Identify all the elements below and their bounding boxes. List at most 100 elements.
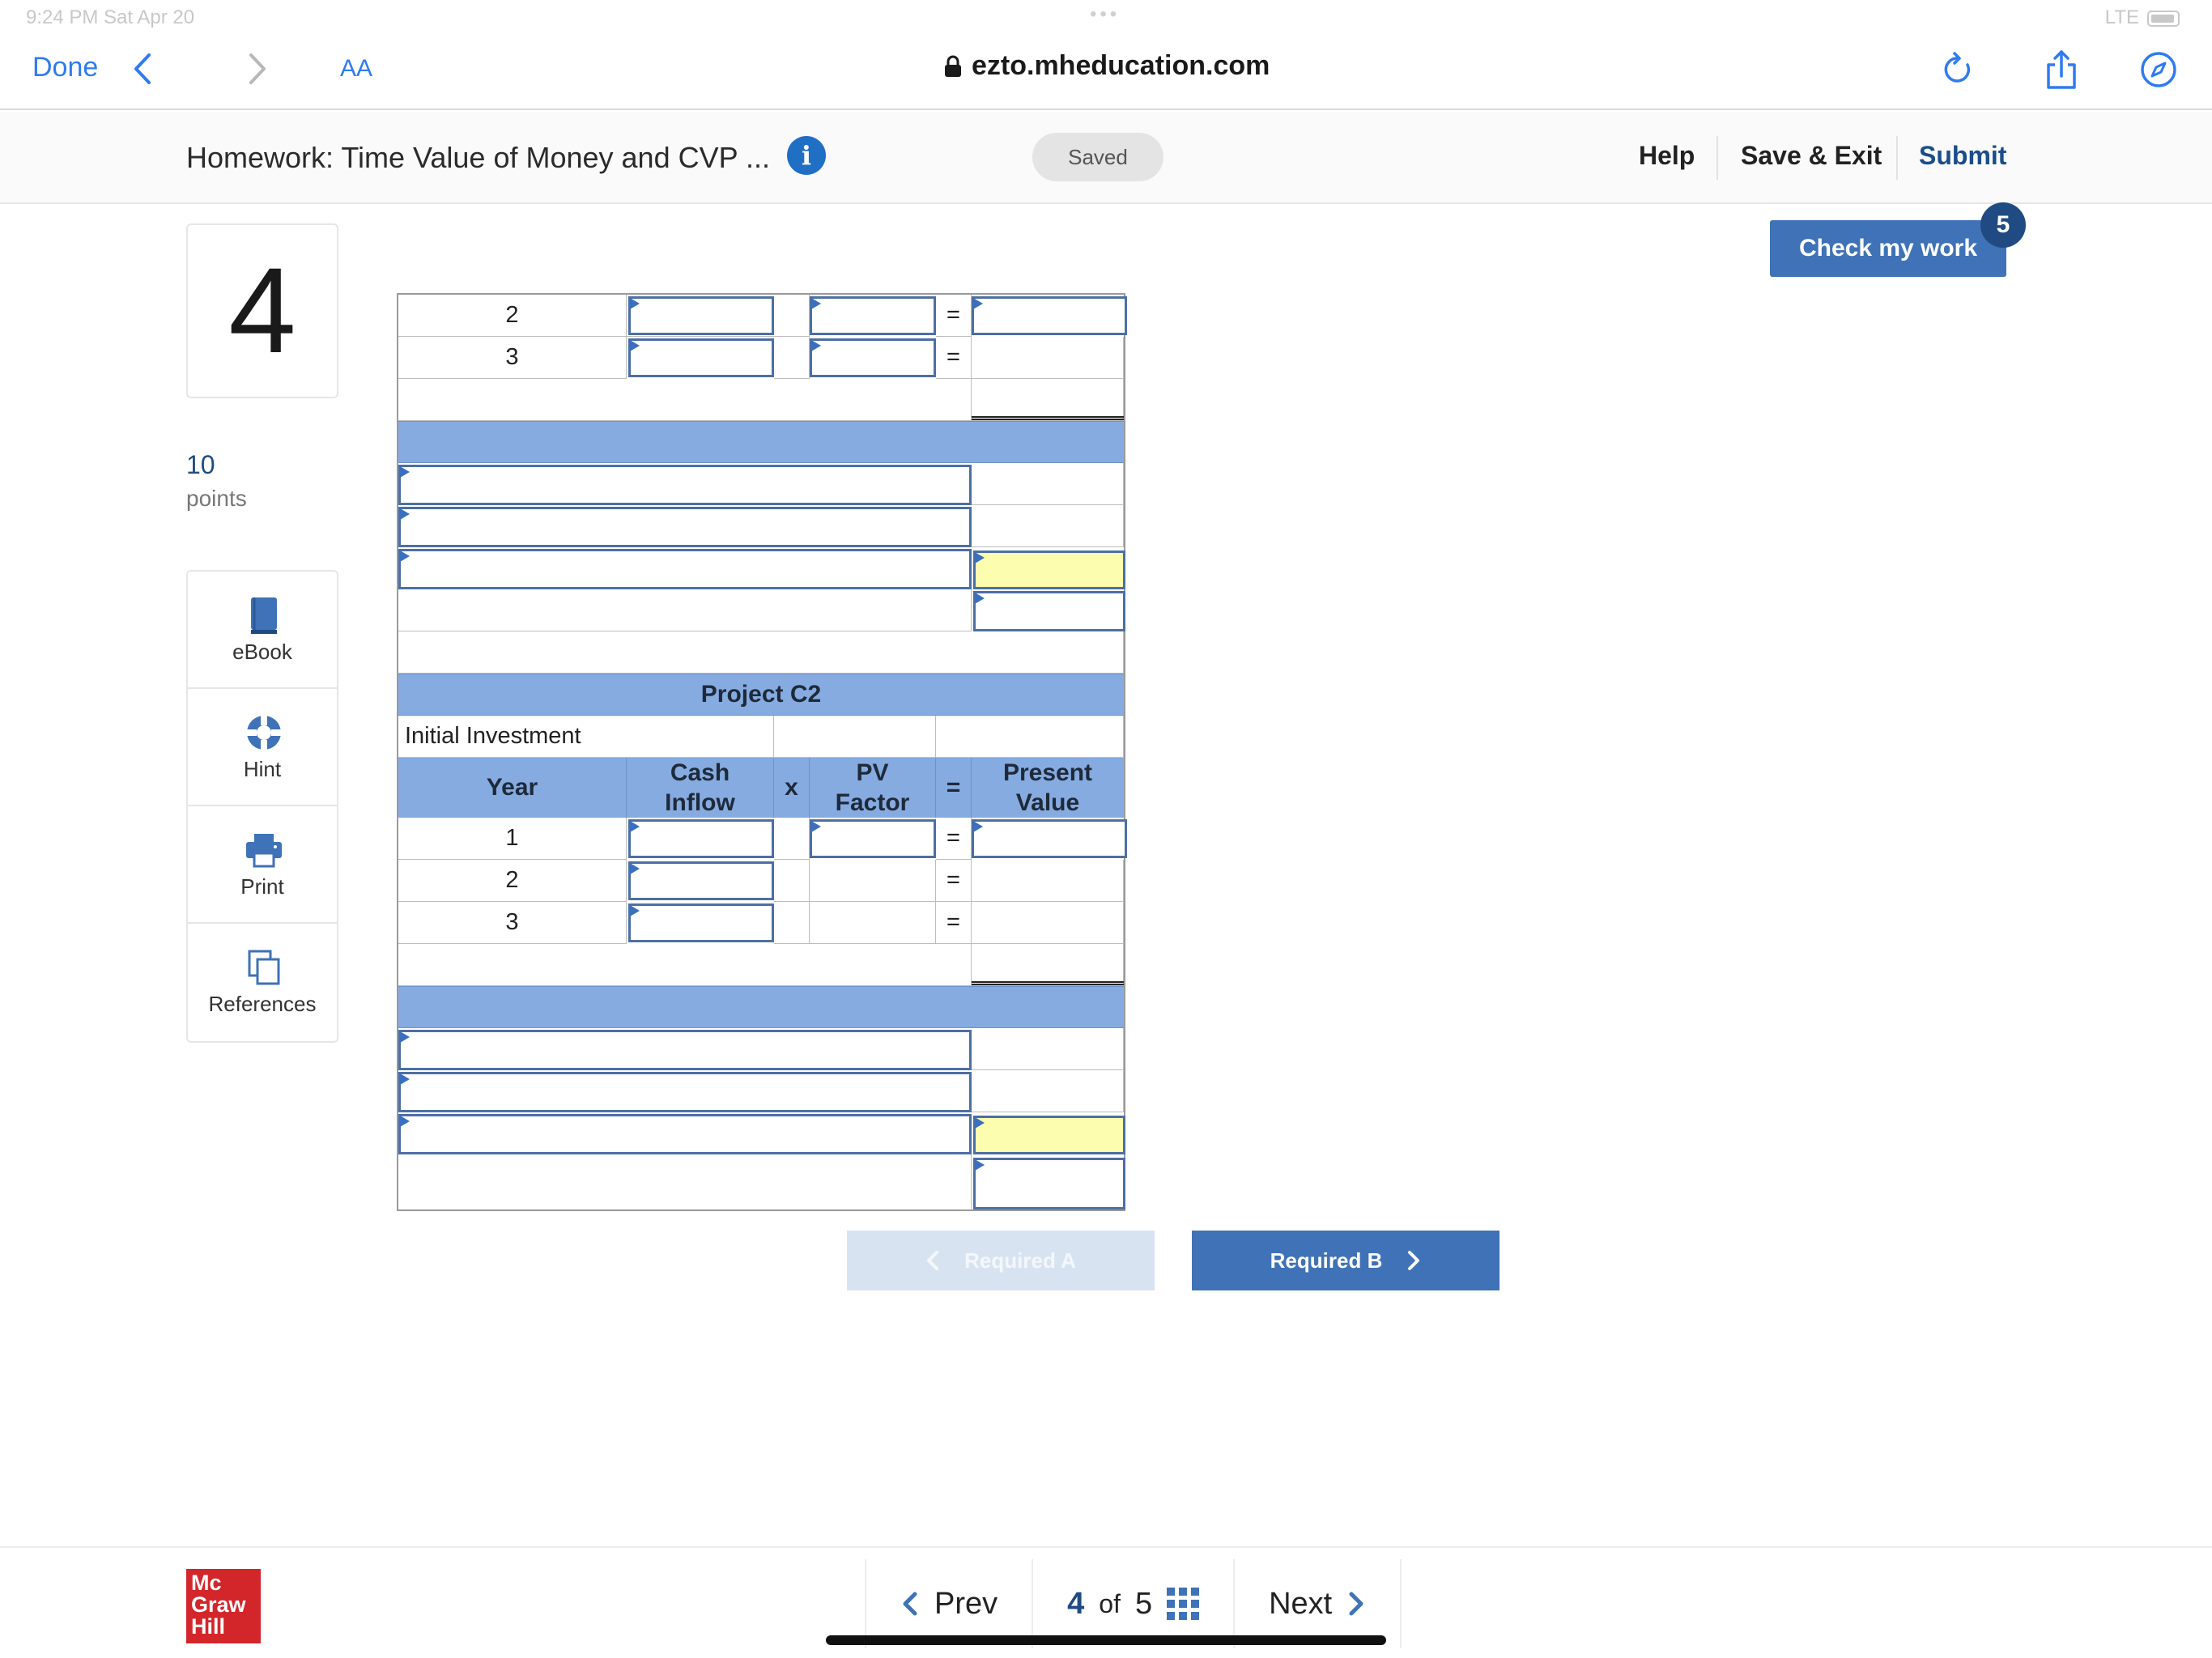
ebook-button[interactable]: eBook [188, 572, 337, 689]
required-a-button[interactable]: Required A [847, 1231, 1155, 1290]
grid-icon [1167, 1588, 1200, 1620]
assignment-title: Homework: Time Value of Money and CVP ..… [186, 141, 770, 174]
pv-factor-input[interactable] [810, 819, 936, 858]
present-value-input[interactable] [972, 819, 1127, 858]
battery-icon [2147, 11, 2180, 27]
browser-toolbar: Done AA ezto.mheducation.com [0, 36, 2212, 110]
assignment-header: Homework: Time Value of Money and CVP ..… [0, 112, 2212, 204]
pv-factor-input[interactable] [810, 338, 936, 377]
cash-inflow-header: Cash Inflow [627, 758, 774, 818]
total-label-cell [398, 944, 972, 986]
attempts-remaining-badge: 5 [1980, 202, 2026, 248]
answer-input[interactable] [973, 1158, 1125, 1209]
status-time: 9:24 PM Sat Apr 20 [26, 6, 195, 28]
equals-sign: = [936, 860, 972, 902]
label-dropdown[interactable] [398, 1030, 972, 1070]
info-icon[interactable]: i [787, 136, 826, 175]
submit-link[interactable]: Submit [1919, 141, 2006, 171]
table-cell [398, 1154, 972, 1209]
cash-inflow-input[interactable] [628, 296, 774, 335]
present-value-input[interactable] [972, 296, 1127, 335]
cash-inflow-input[interactable] [628, 903, 774, 942]
chevron-left-icon [927, 1251, 939, 1270]
equals-sign: = [936, 818, 972, 860]
npv-worksheet: 2 = 3 = Project C2 Initial Investment Ye… [397, 293, 1127, 1211]
references-button[interactable]: References [188, 924, 337, 1041]
label-dropdown[interactable] [398, 1072, 972, 1112]
help-link[interactable]: Help [1639, 141, 1695, 171]
label-dropdown[interactable] [398, 1114, 972, 1154]
table-cell [936, 716, 1124, 758]
of-label: of [1099, 1588, 1121, 1618]
table-cell [774, 295, 810, 337]
print-label: Print [240, 874, 284, 899]
print-button[interactable]: Print [188, 806, 337, 924]
value-cell [972, 1028, 1124, 1070]
prev-label: Prev [934, 1586, 998, 1621]
logo-text: Hill [191, 1614, 226, 1639]
header-divider [1716, 136, 1718, 180]
section-band [398, 986, 1124, 1028]
chevron-right-icon [1408, 1251, 1420, 1270]
reload-icon[interactable] [1935, 47, 1980, 92]
text-size-button[interactable]: AA [340, 55, 372, 83]
compass-icon[interactable] [2136, 47, 2181, 92]
logo-text: Mc [191, 1571, 222, 1595]
signal-indicator: LTE [2104, 6, 2139, 28]
present-value-cell [972, 860, 1124, 902]
points-value: 10 [186, 450, 215, 479]
url-text: ezto.mheducation.com [972, 50, 1270, 81]
lock-icon [945, 55, 961, 77]
back-arrow-icon[interactable] [126, 47, 159, 91]
required-a-label: Required A [964, 1248, 1076, 1273]
present-value-cell [972, 902, 1124, 944]
hint-label: Hint [243, 757, 282, 781]
label-dropdown[interactable] [398, 465, 972, 505]
share-icon[interactable] [2039, 47, 2084, 92]
value-cell [972, 463, 1124, 505]
header-divider [1896, 136, 1898, 180]
table-cell [774, 716, 936, 758]
initial-investment-label: Initial Investment [398, 716, 774, 758]
highlighted-answer-input[interactable] [973, 551, 1125, 589]
cash-inflow-input[interactable] [628, 338, 774, 377]
check-my-work-button[interactable]: Check my work [1770, 220, 2006, 277]
pv-factor-input[interactable] [810, 296, 936, 335]
double-underline [972, 981, 1124, 985]
forward-arrow-icon[interactable] [241, 47, 274, 91]
project-c2-title: Project C2 [398, 674, 1124, 716]
highlighted-answer-input[interactable] [973, 1116, 1125, 1154]
printer-icon [246, 834, 282, 868]
times-header: x [774, 758, 810, 818]
save-exit-link[interactable]: Save & Exit [1741, 141, 1882, 171]
equals-header: = [936, 758, 972, 818]
equals-sign: = [936, 902, 972, 944]
next-label: Next [1269, 1586, 1333, 1621]
table-cell [774, 818, 810, 860]
label-dropdown[interactable] [398, 549, 972, 589]
value-cell [972, 1070, 1124, 1112]
year-cell: 3 [398, 902, 627, 944]
copy-pages-icon [248, 950, 280, 985]
done-button[interactable]: Done [32, 52, 98, 83]
status-bar: 9:24 PM Sat Apr 20 ••• LTE [0, 0, 2212, 36]
table-cell [774, 860, 810, 902]
total-value-cell [972, 944, 1124, 986]
logo-text: Graw [191, 1592, 246, 1617]
table-cell [398, 589, 972, 631]
cash-inflow-input[interactable] [628, 819, 774, 858]
multitask-dots[interactable]: ••• [1090, 3, 1120, 26]
section-band [398, 421, 1124, 463]
present-value-header: Present Value [972, 758, 1124, 818]
cash-inflow-input[interactable] [628, 861, 774, 900]
pv-factor-cell [810, 860, 936, 902]
required-b-label: Required B [1270, 1248, 1383, 1273]
hint-button[interactable]: Hint [188, 689, 337, 806]
label-dropdown[interactable] [398, 507, 972, 547]
total-value-cell [972, 379, 1124, 421]
required-b-button[interactable]: Required B [1192, 1231, 1499, 1290]
answer-input[interactable] [973, 591, 1125, 631]
saved-status-badge: Saved [1032, 133, 1163, 181]
address-bar[interactable]: ezto.mheducation.com [944, 50, 1270, 82]
ebook-label: eBook [232, 640, 292, 664]
